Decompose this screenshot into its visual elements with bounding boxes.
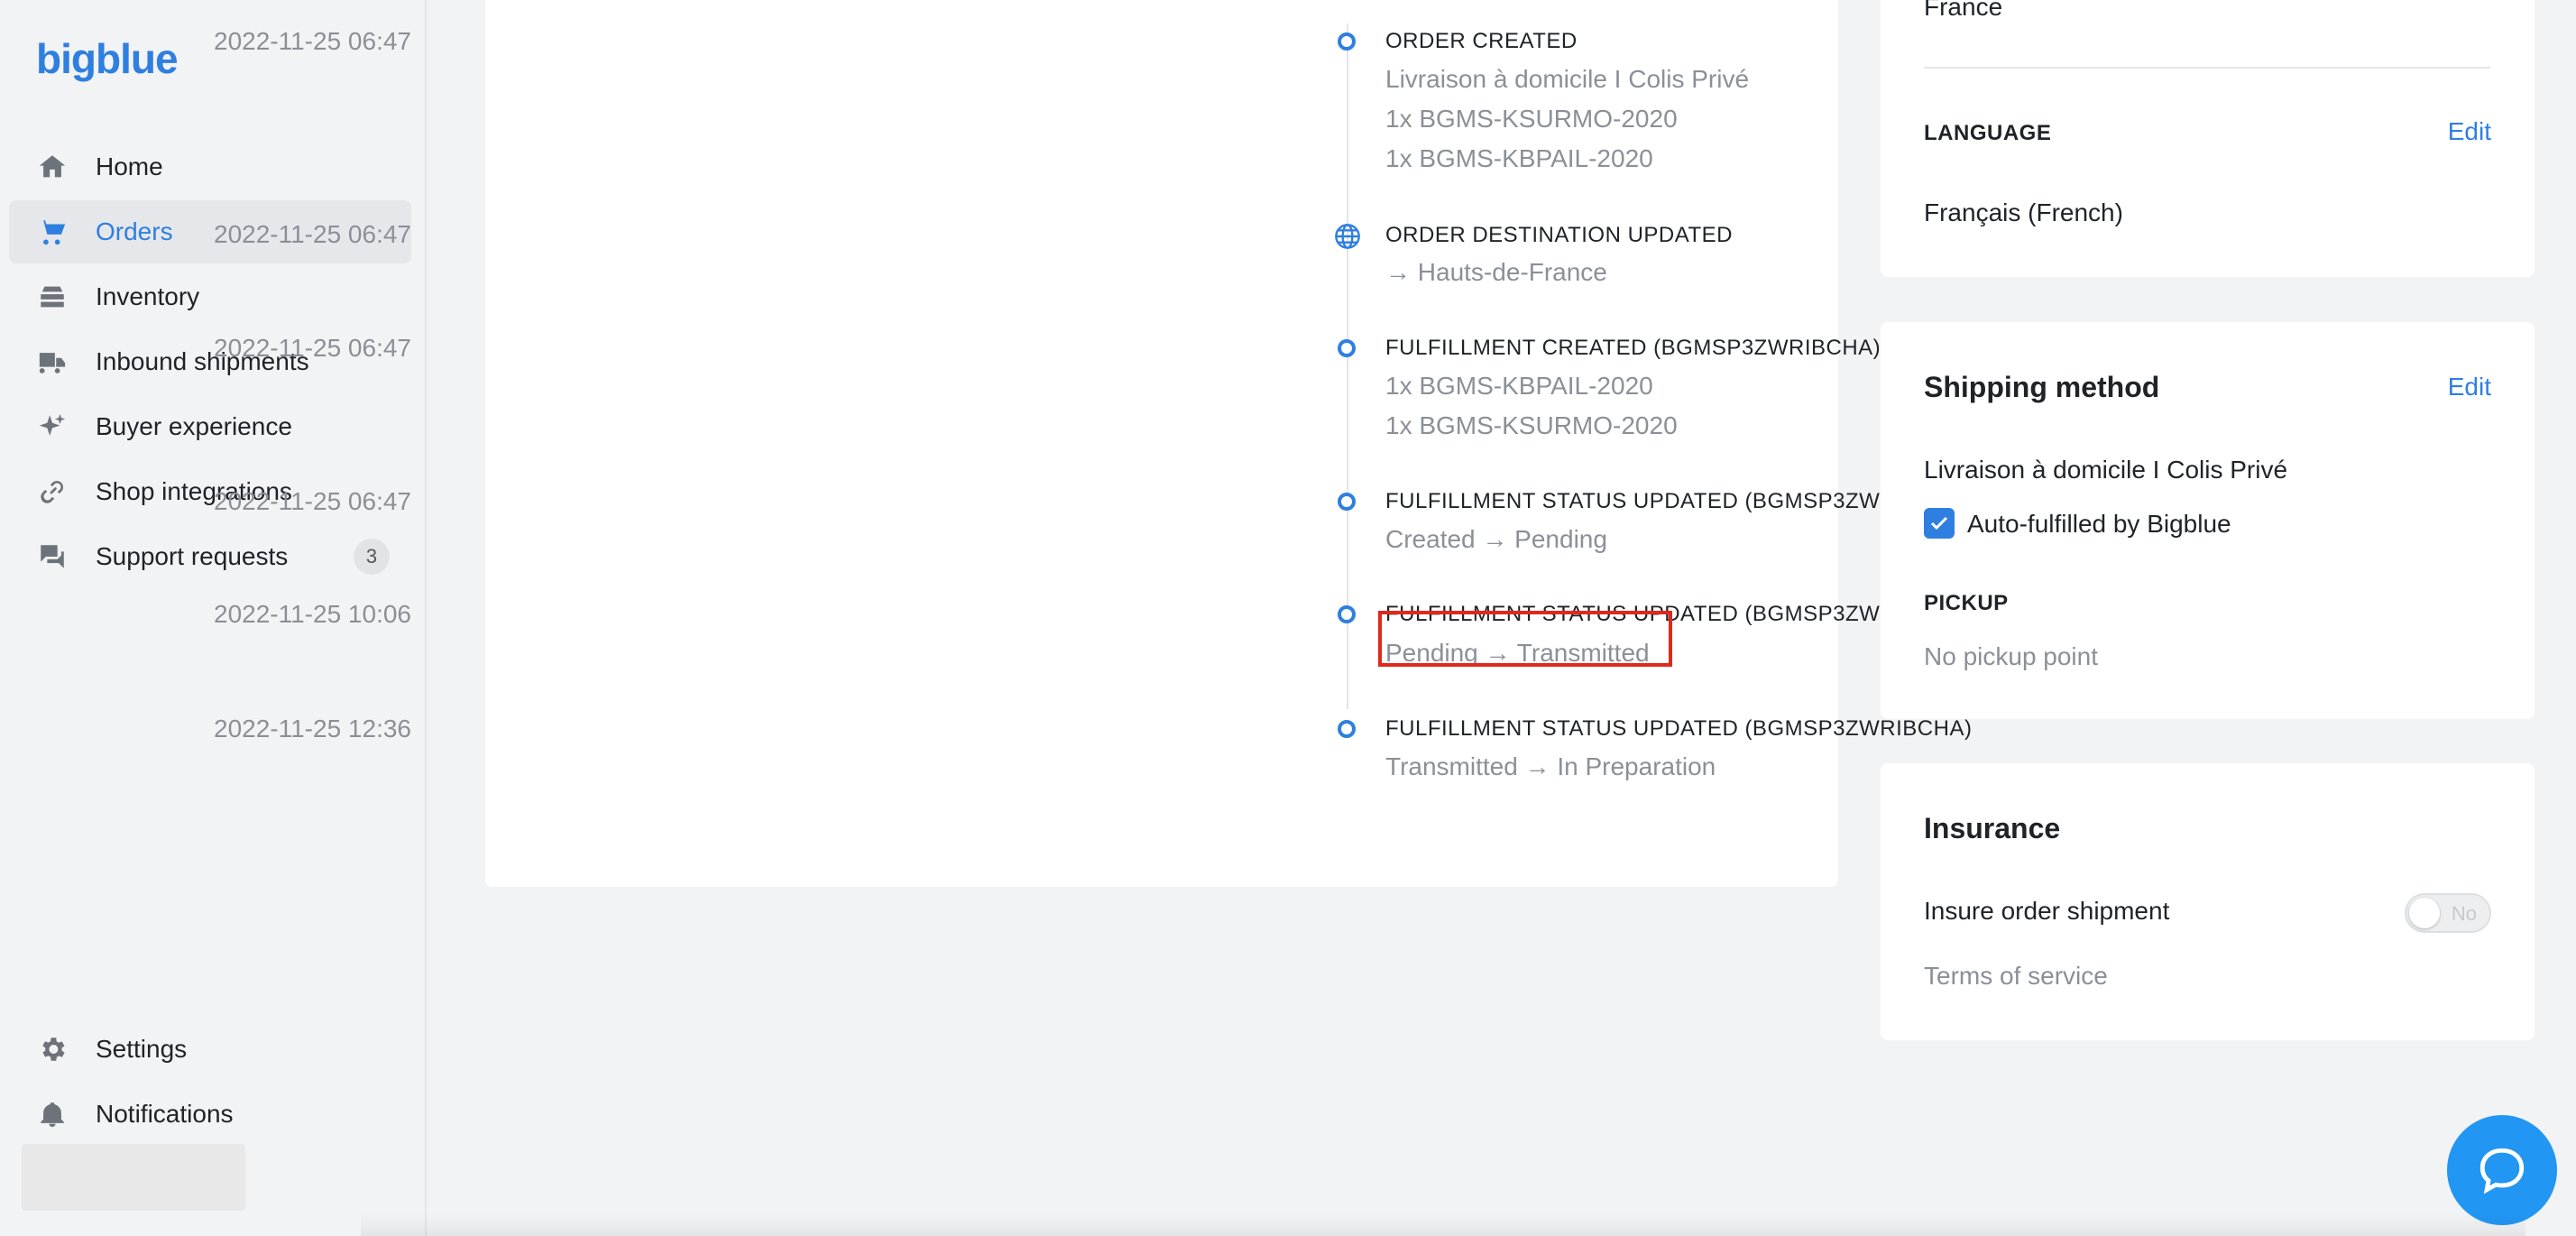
timeline-dot-icon	[1338, 493, 1356, 511]
timeline-title: FULFILLMENT CREATED (BGMSP3ZWRIBCHA)	[1385, 336, 1881, 360]
globe-icon	[1333, 222, 1362, 251]
timeline-title: ORDER CREATED	[1385, 29, 1578, 53]
sidebar-item-settings[interactable]: Settings	[9, 1018, 411, 1081]
insurance-title: Insurance	[1924, 812, 2061, 844]
user-account-placeholder[interactable]	[22, 1144, 245, 1211]
order-timeline-card: 2022-11-25 06:47 ORDER CREATED Livraison…	[214, 0, 1972, 887]
timeline-date: 2022-11-25 10:06	[214, 600, 411, 628]
sidebar-item-label: Inventory	[96, 282, 200, 310]
timeline-dot-icon	[1338, 32, 1356, 51]
timeline-date: 2022-11-25 06:47	[214, 27, 411, 55]
sidebar-item-support-requests[interactable]: Support requests 3	[9, 525, 411, 588]
sidebar-bottom-nav: Settings Notifications	[9, 1018, 411, 1148]
sidebar-item-label: Settings	[96, 1035, 188, 1063]
sidebar-item-label: Buyer experience	[96, 412, 292, 440]
gear-icon	[36, 1033, 69, 1065]
highlight-box	[1378, 611, 1672, 667]
chat-icon	[36, 540, 69, 573]
timeline-detail: Transmitted → In Preparation	[1385, 752, 1716, 780]
count-badge: 3	[354, 539, 390, 575]
address-country: France	[1924, 0, 2003, 21]
sidebar-item-inventory[interactable]: Inventory	[9, 265, 411, 328]
sidebar-item-buyer-experience[interactable]: Buyer experience	[9, 395, 411, 458]
timeline-detail: 1x BGMS-KSURMO-2020	[1385, 411, 1678, 439]
sidebar-item-home[interactable]: Home	[9, 135, 411, 198]
timeline-detail: 1x BGMS-KBPAIL-2020	[1385, 372, 1653, 400]
shipping-method-card: Shipping method Edit Livraison à domicil…	[1881, 322, 2535, 719]
address-language-card: France LANGUAGE Edit Français (French)	[1881, 0, 2535, 277]
toggle-label: No	[2451, 902, 2477, 925]
sidebar-nav: Home Orders Inventory Inbound shipments	[9, 135, 411, 590]
sparkle-icon	[36, 410, 69, 443]
bottom-shadow	[361, 1213, 2525, 1236]
chat-bubble-icon	[2479, 1148, 2525, 1194]
home-icon	[36, 151, 69, 183]
toggle-knob	[2409, 898, 2440, 928]
truck-icon	[36, 346, 69, 378]
language-heading: LANGUAGE	[1924, 121, 2052, 145]
insure-order-label: Insure order shipment	[1924, 897, 2170, 925]
timeline-dot-icon	[1338, 720, 1356, 738]
sidebar-item-label: Home	[96, 152, 163, 180]
shipping-edit-link[interactable]: Edit	[2448, 373, 2491, 401]
timeline-detail: 1x BGMS-KBPAIL-2020	[1385, 144, 1653, 172]
auto-fulfilled-label: Auto-fulfilled by Bigblue	[1967, 510, 2231, 538]
timeline-detail: → Hauts-de-France	[1385, 258, 1607, 286]
timeline-detail: 1x BGMS-KSURMO-2020	[1385, 105, 1678, 133]
timeline-date: 2022-11-25 06:47	[214, 334, 411, 362]
sidebar-item-label: Notifications	[96, 1100, 234, 1128]
divider	[1924, 67, 2490, 69]
pickup-value: No pickup point	[1924, 642, 2099, 670]
insurance-card: Insurance Insure order shipment No Terms…	[1881, 763, 2535, 1040]
sidebar-item-notifications[interactable]: Notifications	[9, 1083, 411, 1146]
shipping-method-title: Shipping method	[1924, 371, 2160, 403]
language-edit-link[interactable]: Edit	[2448, 117, 2491, 146]
timeline-date: 2022-11-25 06:47	[214, 487, 411, 515]
timeline-dot-icon	[1338, 339, 1356, 357]
shipping-method-value: Livraison à domicile I Colis Privé	[1924, 456, 2288, 484]
timeline-date: 2022-11-25 12:36	[214, 715, 411, 743]
auto-fulfilled-checkbox[interactable]	[1924, 508, 1955, 539]
timeline-date: 2022-11-25 06:47	[214, 220, 411, 248]
check-icon	[1930, 516, 1948, 530]
language-value: Français (French)	[1924, 198, 2123, 226]
timeline-detail: Livraison à domicile I Colis Privé	[1385, 65, 1750, 93]
support-chat-button[interactable]	[2447, 1115, 2557, 1225]
link-icon	[36, 475, 69, 508]
timeline-title: ORDER DESTINATION UPDATED	[1385, 223, 1733, 247]
timeline-dot-icon	[1338, 605, 1356, 623]
bell-icon	[36, 1098, 69, 1130]
inventory-icon	[36, 281, 69, 313]
timeline-detail: Created → Pending	[1385, 525, 1607, 553]
insurance-toggle[interactable]: No	[2405, 893, 2491, 933]
timeline-title: FULFILLMENT STATUS UPDATED (BGMSP3ZWRIBC…	[1385, 716, 1973, 741]
pickup-heading: PICKUP	[1924, 591, 2009, 615]
sidebar-item-label: Support requests	[96, 542, 289, 570]
cart-icon	[36, 216, 69, 248]
terms-of-service-link[interactable]: Terms of service	[1924, 962, 2108, 991]
